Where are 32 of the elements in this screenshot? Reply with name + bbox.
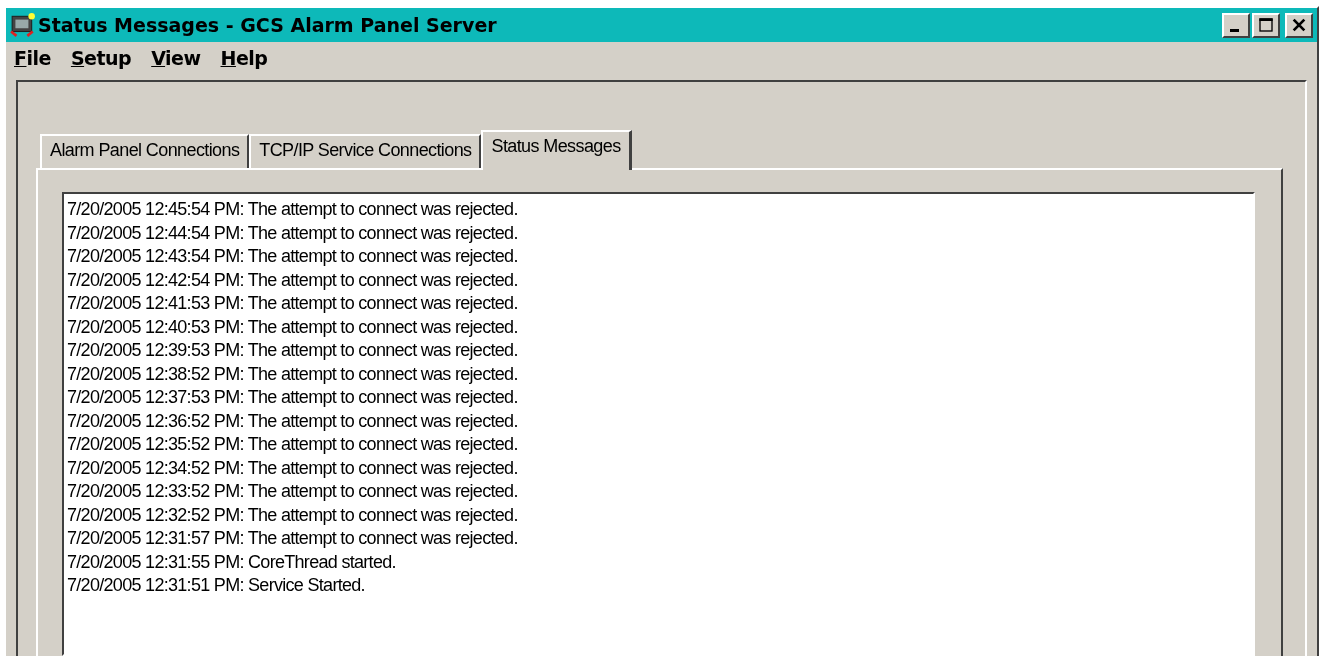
- status-message: 7/20/2005 12:35:52 PM: The attempt to connect was rejected.: [67, 433, 519, 456]
- status-message: 7/20/2005 12:31:57 PM: The attempt to connect was rejected.: [67, 527, 519, 550]
- status-message: 7/20/2005 12:44:54 PM: The attempt to connect was rejected.: [67, 221, 519, 245]
- menu-item[interactable]: File: [14, 47, 51, 69]
- monitor-icon: [10, 12, 36, 38]
- status-message: 7/20/2005 12:45:54 PM: The attempt to connect was rejected.: [67, 198, 519, 221]
- status-message: 7/20/2005 12:38:52 PM: The attempt to connect was rejected.: [67, 362, 519, 386]
- menu-item[interactable]: Setup: [70, 47, 132, 69]
- menu-item[interactable]: View: [151, 47, 201, 69]
- status-message: 7/20/2005 12:43:54 PM: The attempt to connect was rejected.: [67, 245, 519, 268]
- maximize-icon: [1258, 17, 1274, 33]
- status-message: 7/20/2005 12:37:53 PM: The attempt to connect was rejected.: [67, 386, 519, 409]
- status-message: 7/20/2005 12:34:52 PM: The attempt to connect was rejected.: [67, 456, 519, 480]
- status-message: 7/20/2005 12:32:52 PM: The attempt to connect was rejected.: [67, 503, 519, 527]
- status-message: 7/20/2005 12:31:55 PM: CoreThread started.: [67, 550, 397, 574]
- minimize-icon: [1229, 28, 1239, 32]
- status-message: 7/20/2005 12:39:53 PM: The attempt to connect was rejected.: [67, 339, 519, 362]
- status-message: 7/20/2005 12:31:51 PM: Service Started.: [67, 574, 366, 597]
- status-message: 7/20/2005 12:41:53 PM: The attempt to connect was rejected.: [67, 292, 519, 315]
- status-message: 7/20/2005 12:36:52 PM: The attempt to connect was rejected.: [67, 409, 519, 433]
- status-message: 7/20/2005 12:33:52 PM: The attempt to connect was rejected.: [67, 480, 519, 503]
- tab[interactable]: Status Messages: [481, 130, 632, 170]
- window-title: Status Messages - GCS Alarm Panel Server: [38, 14, 498, 36]
- status-message: 7/20/2005 12:40:53 PM: The attempt to connect was rejected.: [67, 315, 519, 339]
- tab[interactable]: Alarm Panel Connections: [40, 134, 250, 168]
- minimize-button[interactable]: [1222, 12, 1250, 38]
- menu-item[interactable]: Help: [220, 47, 268, 69]
- status-message: 7/20/2005 12:42:54 PM: The attempt to connect was rejected.: [67, 268, 519, 292]
- tab[interactable]: TCP/IP Service Connections: [249, 134, 482, 168]
- close-button[interactable]: [1285, 12, 1313, 38]
- close-icon: [1291, 17, 1307, 33]
- maximize-button[interactable]: [1252, 12, 1280, 38]
